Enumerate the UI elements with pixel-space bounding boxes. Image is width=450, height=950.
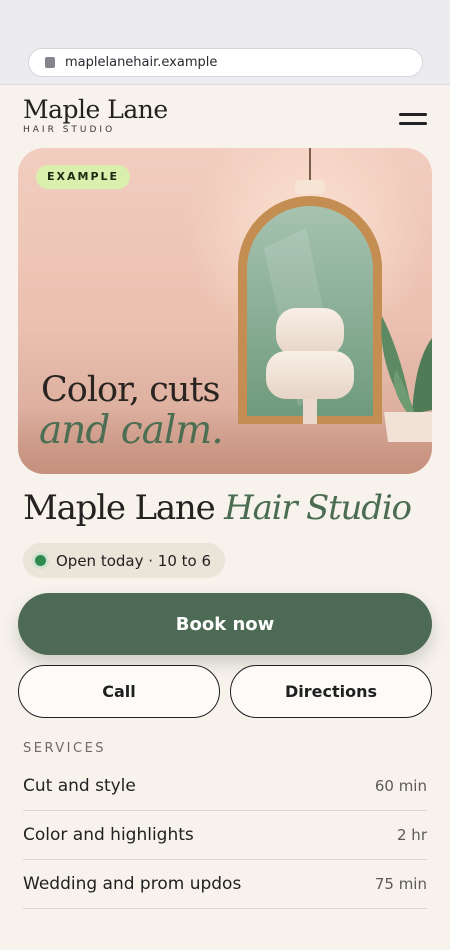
hamburger-menu-icon[interactable] bbox=[399, 109, 429, 127]
studio-title-plain: Maple Lane bbox=[23, 488, 216, 528]
service-name: Color and highlights bbox=[23, 825, 194, 845]
open-status-text: Open today · 10 to 6 bbox=[56, 551, 212, 570]
service-duration: 2 hr bbox=[397, 826, 427, 844]
status-dot-icon bbox=[35, 555, 46, 566]
open-status-badge: Open today · 10 to 6 bbox=[23, 543, 226, 578]
service-row[interactable]: Color and highlights 2 hr bbox=[23, 811, 427, 860]
lamp-shade bbox=[295, 180, 325, 194]
service-duration: 60 min bbox=[374, 777, 427, 795]
service-name: Wedding and prom updos bbox=[23, 874, 242, 894]
book-now-button[interactable]: Book now bbox=[18, 593, 432, 655]
service-row[interactable]: Cut and style 60 min bbox=[23, 762, 427, 811]
lock-icon bbox=[45, 57, 55, 68]
service-name: Cut and style bbox=[23, 776, 136, 796]
directions-button[interactable]: Directions bbox=[230, 665, 432, 718]
brand-subtitle: HAIR STUDIO bbox=[23, 125, 116, 135]
example-badge: EXAMPLE bbox=[36, 165, 131, 189]
hero-headline-line1: Color, cuts bbox=[41, 370, 220, 410]
call-button[interactable]: Call bbox=[18, 665, 220, 718]
site-header: Maple Lane HAIR STUDIO bbox=[0, 85, 450, 145]
service-row[interactable]: Wedding and prom updos 75 min bbox=[23, 860, 427, 909]
plant-leaf bbox=[412, 338, 432, 414]
browser-toolbar: maplelanehair.example bbox=[0, 0, 450, 85]
hero-banner: EXAMPLE Color, cuts and calm. bbox=[18, 148, 432, 474]
studio-title: Maple Lane Hair Studio bbox=[23, 488, 412, 528]
chair-back bbox=[276, 308, 344, 356]
service-duration: 75 min bbox=[374, 875, 427, 893]
chair-seat bbox=[266, 351, 354, 399]
services-heading: SERVICES bbox=[23, 741, 107, 756]
hero-headline-line2: and calm. bbox=[39, 408, 224, 453]
address-bar[interactable]: maplelanehair.example bbox=[28, 48, 423, 77]
studio-title-italic: Hair Studio bbox=[224, 488, 412, 528]
url-text: maplelanehair.example bbox=[65, 55, 218, 70]
plant-pot bbox=[384, 412, 432, 442]
brand-logo[interactable]: Maple Lane bbox=[23, 95, 168, 124]
